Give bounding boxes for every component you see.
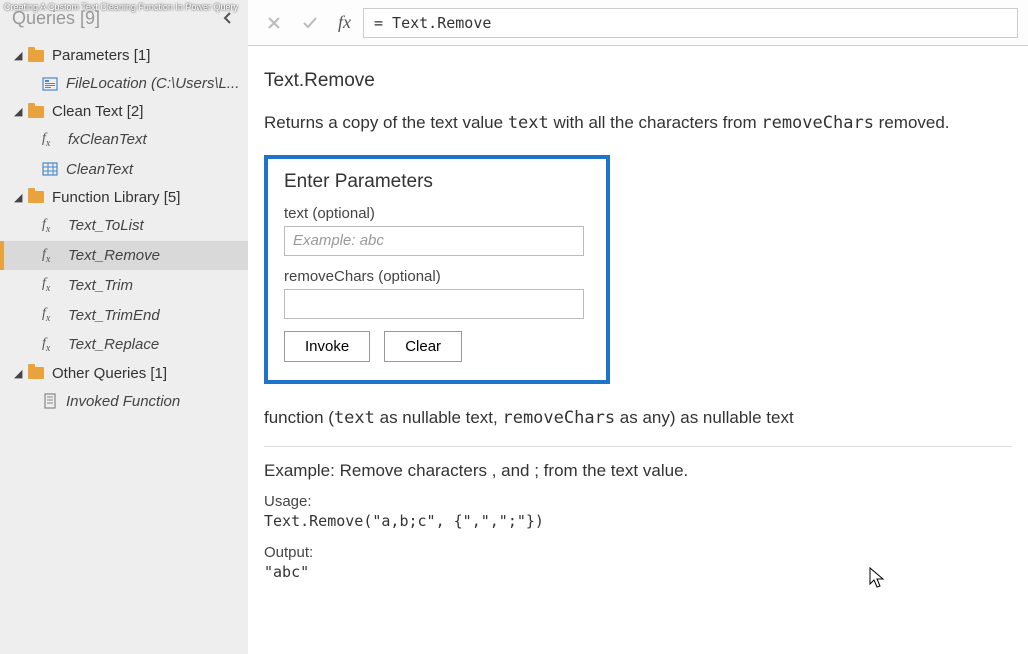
folder-icon [28, 191, 44, 203]
param-label-removechars: removeChars (optional) [284, 268, 590, 285]
query-item-label: CleanText [66, 161, 133, 178]
query-item[interactable]: Invoked Function [0, 387, 248, 416]
query-item-label: Text_Replace [68, 336, 159, 353]
table-icon [42, 161, 58, 177]
query-item-label: Text_Remove [68, 247, 160, 264]
function-signature: function (text as nullable text, removeC… [264, 408, 1012, 447]
sig-text: as any) as nullable text [615, 408, 794, 427]
param-input-text[interactable] [284, 226, 584, 256]
query-group[interactable]: ◢ Clean Text [2] [0, 98, 248, 125]
enter-parameters-panel: Enter Parameters text (optional) removeC… [264, 155, 610, 384]
example-section: Example: Remove characters , and ; from … [264, 461, 1012, 581]
desc-text: with all the characters from [549, 113, 762, 132]
query-item[interactable]: fx Text_ToList [0, 211, 248, 241]
desc-code: text [508, 113, 549, 133]
video-caption: Creating A Custom Text Cleaning Function… [4, 2, 238, 12]
cancel-formula-icon[interactable] [258, 8, 290, 38]
query-item[interactable]: CleanText [0, 155, 248, 184]
invoke-button[interactable]: Invoke [284, 331, 370, 362]
clear-button[interactable]: Clear [384, 331, 462, 362]
group-label: Function Library [5] [52, 189, 180, 206]
script-icon [42, 393, 58, 409]
query-item[interactable]: FileLocation (C:\Users\L... [0, 69, 248, 98]
caret-down-icon: ◢ [14, 191, 26, 204]
query-item-label: Invoked Function [66, 393, 180, 410]
caret-down-icon: ◢ [14, 49, 26, 62]
query-item-label: Text_ToList [68, 217, 144, 234]
parameter-icon [42, 76, 58, 92]
query-item-label: Text_Trim [68, 277, 133, 294]
function-icon: fx [42, 276, 62, 294]
caret-down-icon: ◢ [14, 367, 26, 380]
function-icon: fx [42, 247, 62, 265]
formula-input-wrap[interactable] [363, 8, 1018, 38]
query-item[interactable]: fx fxCleanText [0, 125, 248, 155]
usage-code: Text.Remove("a,b;c", {",",";"}) [264, 512, 1012, 530]
queries-pane: Queries [9] ◢Parameters [1]FileLocation … [0, 0, 248, 654]
query-item[interactable]: fx Text_TrimEnd [0, 300, 248, 330]
desc-code: removeChars [761, 113, 874, 133]
function-icon: fx [42, 217, 62, 235]
folder-icon [28, 50, 44, 62]
function-name: Text.Remove [264, 70, 1012, 92]
group-label: Other Queries [1] [52, 365, 167, 382]
caret-down-icon: ◢ [14, 105, 26, 118]
enter-parameters-title: Enter Parameters [284, 171, 590, 193]
sig-text: function ( [264, 408, 334, 427]
function-description: Returns a copy of the text value text wi… [264, 110, 1012, 137]
function-icon: fx [42, 336, 62, 354]
folder-icon [28, 367, 44, 379]
desc-text: removed. [874, 113, 950, 132]
output-code: "abc" [264, 563, 1012, 581]
group-label: Parameters [1] [52, 47, 150, 64]
query-item[interactable]: fx Text_Remove [0, 241, 248, 271]
query-group[interactable]: ◢ Parameters [1] [0, 42, 248, 69]
fx-icon: fx [330, 12, 359, 33]
sig-text: as nullable text, [375, 408, 503, 427]
folder-icon [28, 106, 44, 118]
function-icon: fx [42, 131, 62, 149]
function-icon: fx [42, 306, 62, 324]
output-label: Output: [264, 544, 1012, 561]
formula-bar: fx [248, 0, 1028, 46]
example-title: Example: Remove characters , and ; from … [264, 461, 1012, 481]
formula-input[interactable] [372, 13, 1009, 33]
group-label: Clean Text [2] [52, 103, 143, 120]
param-label-text: text (optional) [284, 205, 590, 222]
sig-code: text [334, 408, 375, 428]
main-panel: fx Text.Remove Returns a copy of the tex… [248, 0, 1028, 654]
sig-code: removeChars [502, 408, 615, 428]
query-item[interactable]: fx Text_Replace [0, 330, 248, 360]
query-group[interactable]: ◢ Function Library [5] [0, 184, 248, 211]
commit-formula-icon[interactable] [294, 8, 326, 38]
query-item-label: FileLocation (C:\Users\L... [66, 75, 239, 92]
query-item[interactable]: fx Text_Trim [0, 270, 248, 300]
desc-text: Returns a copy of the text value [264, 113, 508, 132]
query-group[interactable]: ◢ Other Queries [1] [0, 360, 248, 387]
param-input-removechars[interactable] [284, 289, 584, 319]
query-item-label: fxCleanText [68, 131, 147, 148]
usage-label: Usage: [264, 493, 1012, 510]
query-item-label: Text_TrimEnd [68, 307, 160, 324]
